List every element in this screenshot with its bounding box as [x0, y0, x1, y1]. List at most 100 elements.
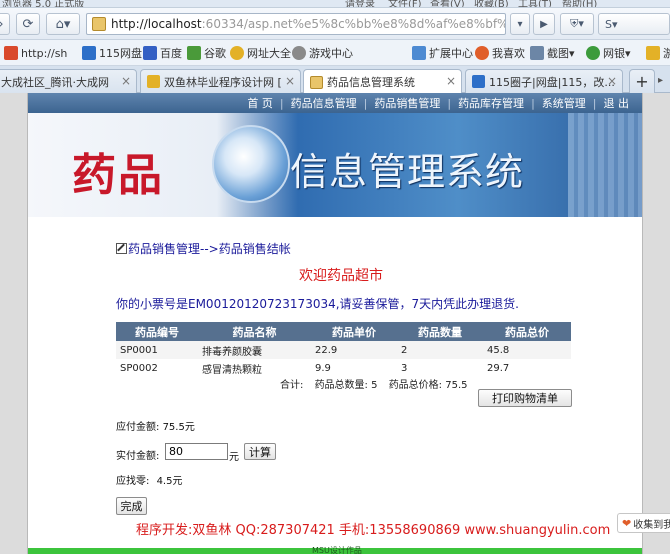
- close-icon[interactable]: ×: [285, 74, 295, 88]
- calculate-button[interactable]: 计算: [244, 443, 276, 460]
- nav-drug-info[interactable]: 药品信息管理: [284, 95, 364, 111]
- nav-logout[interactable]: 退 出: [597, 95, 637, 111]
- col-total-price: 药品总价: [483, 322, 571, 341]
- like-button[interactable]: 我喜欢: [475, 45, 525, 61]
- cell-quantity: 3: [397, 359, 483, 377]
- table-row: SP0002 感冒清热颗粒 9.9 3 29.7: [116, 359, 571, 377]
- nav-system[interactable]: 系统管理: [535, 95, 593, 111]
- total-price-label: 药品总价格:: [388, 380, 443, 391]
- cell-drug-name: 感冒清热颗粒: [198, 359, 311, 377]
- address-host: http://localhost: [111, 17, 202, 31]
- online-banking-button[interactable]: 网银 ▾: [586, 45, 631, 61]
- search-engine-icon: S▾: [605, 17, 618, 31]
- col-drug-id: 药品编号: [116, 322, 198, 341]
- bookmark-115[interactable]: 115网盘: [82, 45, 142, 61]
- totals-label: 合计:: [280, 380, 304, 391]
- bookmark-sh-icon: [4, 46, 18, 60]
- heart-icon: ❤: [622, 516, 632, 530]
- shield-icon: ⛨▾: [570, 17, 584, 30]
- bookmark-baidu-icon: [143, 46, 157, 60]
- payable-value: 75.5元: [162, 422, 195, 433]
- new-tab-button[interactable]: +: [629, 69, 655, 93]
- banner-orb-icon: [212, 125, 290, 203]
- nav-drug-stock[interactable]: 药品库存管理: [451, 95, 531, 111]
- screenshot-button[interactable]: 截图 ▾: [530, 45, 575, 61]
- go-button[interactable]: ▶: [533, 13, 555, 35]
- tab-drug-system[interactable]: 药品信息管理系统 ×: [303, 69, 462, 94]
- home-button[interactable]: ⌂▾: [46, 13, 80, 35]
- change-label: 应找零:: [116, 476, 150, 487]
- window-title: 浏览器 5.0 正式版: [2, 0, 85, 8]
- done-button[interactable]: 完成: [116, 497, 147, 515]
- total-price-value: 75.5: [445, 380, 468, 391]
- tab-115-circle[interactable]: 115圈子|网盘|115，改... ×: [465, 69, 623, 93]
- cell-unit-price: 22.9: [311, 341, 397, 359]
- payable-row: 应付金额: 75.5元: [116, 418, 195, 433]
- cell-drug-id: SP0001: [116, 341, 198, 359]
- menu-favorites[interactable]: 收藏(B): [474, 0, 509, 7]
- building-image: [568, 113, 642, 217]
- bookmark-baidu[interactable]: 百度: [143, 45, 182, 61]
- heart-icon: [475, 46, 489, 60]
- site-banner: 药品 信息管理系统: [28, 113, 642, 217]
- close-icon[interactable]: ×: [607, 74, 617, 88]
- favorite-float-button[interactable]: ❤ 收集到我: [617, 513, 670, 533]
- tab-shuangyulin[interactable]: 双鱼林毕业程序设计网 [×: [140, 69, 301, 93]
- address-bar[interactable]: http://localhost:60334/asp.net%e5%8c%bb%…: [86, 13, 506, 35]
- bookmark-sh[interactable]: http://sh: [4, 45, 67, 61]
- close-icon[interactable]: ×: [446, 74, 456, 88]
- search-engine-button[interactable]: S▾: [598, 13, 670, 35]
- window-titlebar: 浏览器 5.0 正式版 请登录 文件(F) 查看(V) 收藏(B) 工具(T) …: [0, 0, 670, 8]
- address-path: :60334/asp.net%e5%8c%bb%e8%8d%af%e8%bf%9…: [201, 17, 505, 31]
- favorite-label: 收集到我: [633, 519, 670, 531]
- bottom-bar: MSU设计作品: [28, 546, 642, 555]
- paid-amount-input[interactable]: [165, 443, 228, 460]
- bookmark-115-icon: [82, 46, 96, 60]
- address-dropdown-button[interactable]: ▾: [510, 13, 530, 35]
- cell-drug-id: SP0002: [116, 359, 198, 377]
- tab-scroll-right-icon[interactable]: ▸: [658, 75, 663, 86]
- paid-label: 实付金额:: [116, 451, 160, 462]
- total-qty-label: 药品总数量:: [314, 380, 368, 391]
- print-list-button[interactable]: 打印购物清单: [478, 389, 572, 407]
- nav-home[interactable]: 首 页: [240, 95, 280, 111]
- bookmark-site-directory[interactable]: 网址大全: [230, 45, 291, 61]
- change-row: 应找零: 4.5元: [116, 472, 182, 487]
- menu-file[interactable]: 文件(F): [388, 0, 422, 7]
- forward-icon: ›: [0, 17, 4, 32]
- login-link[interactable]: 请登录: [345, 0, 375, 7]
- col-unit-price: 药品单价: [311, 322, 397, 341]
- bookmark-google[interactable]: 谷歌: [187, 45, 226, 61]
- browser-toolbar: › ⟳ ⌂▾ http://localhost:60334/asp.net%e5…: [0, 8, 670, 40]
- page-favicon-icon: [92, 17, 106, 31]
- tab-dacheng[interactable]: 大成社区_腾讯·大成网 ×: [0, 69, 137, 93]
- bookmarks-bar: http://sh 115网盘 百度 谷歌 网址大全 游戏中心 扩展中心 我喜欢…: [0, 40, 670, 66]
- play-icon: ▶: [540, 18, 548, 30]
- tab-label: 115圈子|网盘|115，改...: [489, 75, 615, 89]
- bookmark-game-center[interactable]: 游戏中心: [292, 45, 353, 61]
- close-icon[interactable]: ×: [121, 74, 131, 88]
- table-header-row: 药品编号 药品名称 药品单价 药品数量 药品总价: [116, 322, 571, 341]
- security-button[interactable]: ⛨▾: [560, 13, 594, 35]
- tab-label: 药品信息管理系统: [327, 76, 415, 89]
- sales-table: 药品编号 药品名称 药品单价 药品数量 药品总价 SP0001 排毒养颜胶囊 2…: [116, 322, 571, 377]
- table-row: SP0001 排毒养颜胶囊 22.9 2 45.8: [116, 341, 571, 359]
- extension-center-button[interactable]: 扩展中心: [412, 45, 473, 61]
- page-favicon-icon: [310, 75, 323, 89]
- welcome-heading: 欢迎药品超市: [299, 268, 383, 284]
- banner-title-white: 信息管理系统: [290, 150, 525, 194]
- tab-strip: 大成社区_腾讯·大成网 × 双鱼林毕业程序设计网 [× 药品信息管理系统 × 115…: [0, 66, 670, 94]
- refresh-icon: ⟳: [22, 16, 34, 32]
- bottom-text: MSU设计作品: [312, 546, 362, 555]
- tab-label: 双鱼林毕业程序设计网 [: [164, 75, 282, 89]
- game-button[interactable]: 游: [646, 45, 670, 61]
- puzzle-icon: [412, 46, 426, 60]
- star-icon: [147, 75, 160, 88]
- bookmark-google-icon: [187, 46, 201, 60]
- menu-help[interactable]: 帮助(H): [562, 0, 597, 7]
- menu-view[interactable]: 查看(V): [430, 0, 465, 7]
- forward-button[interactable]: ›: [0, 13, 10, 35]
- menu-tools[interactable]: 工具(T): [518, 0, 552, 7]
- nav-drug-sales[interactable]: 药品销售管理: [367, 95, 447, 111]
- refresh-button[interactable]: ⟳: [16, 13, 40, 35]
